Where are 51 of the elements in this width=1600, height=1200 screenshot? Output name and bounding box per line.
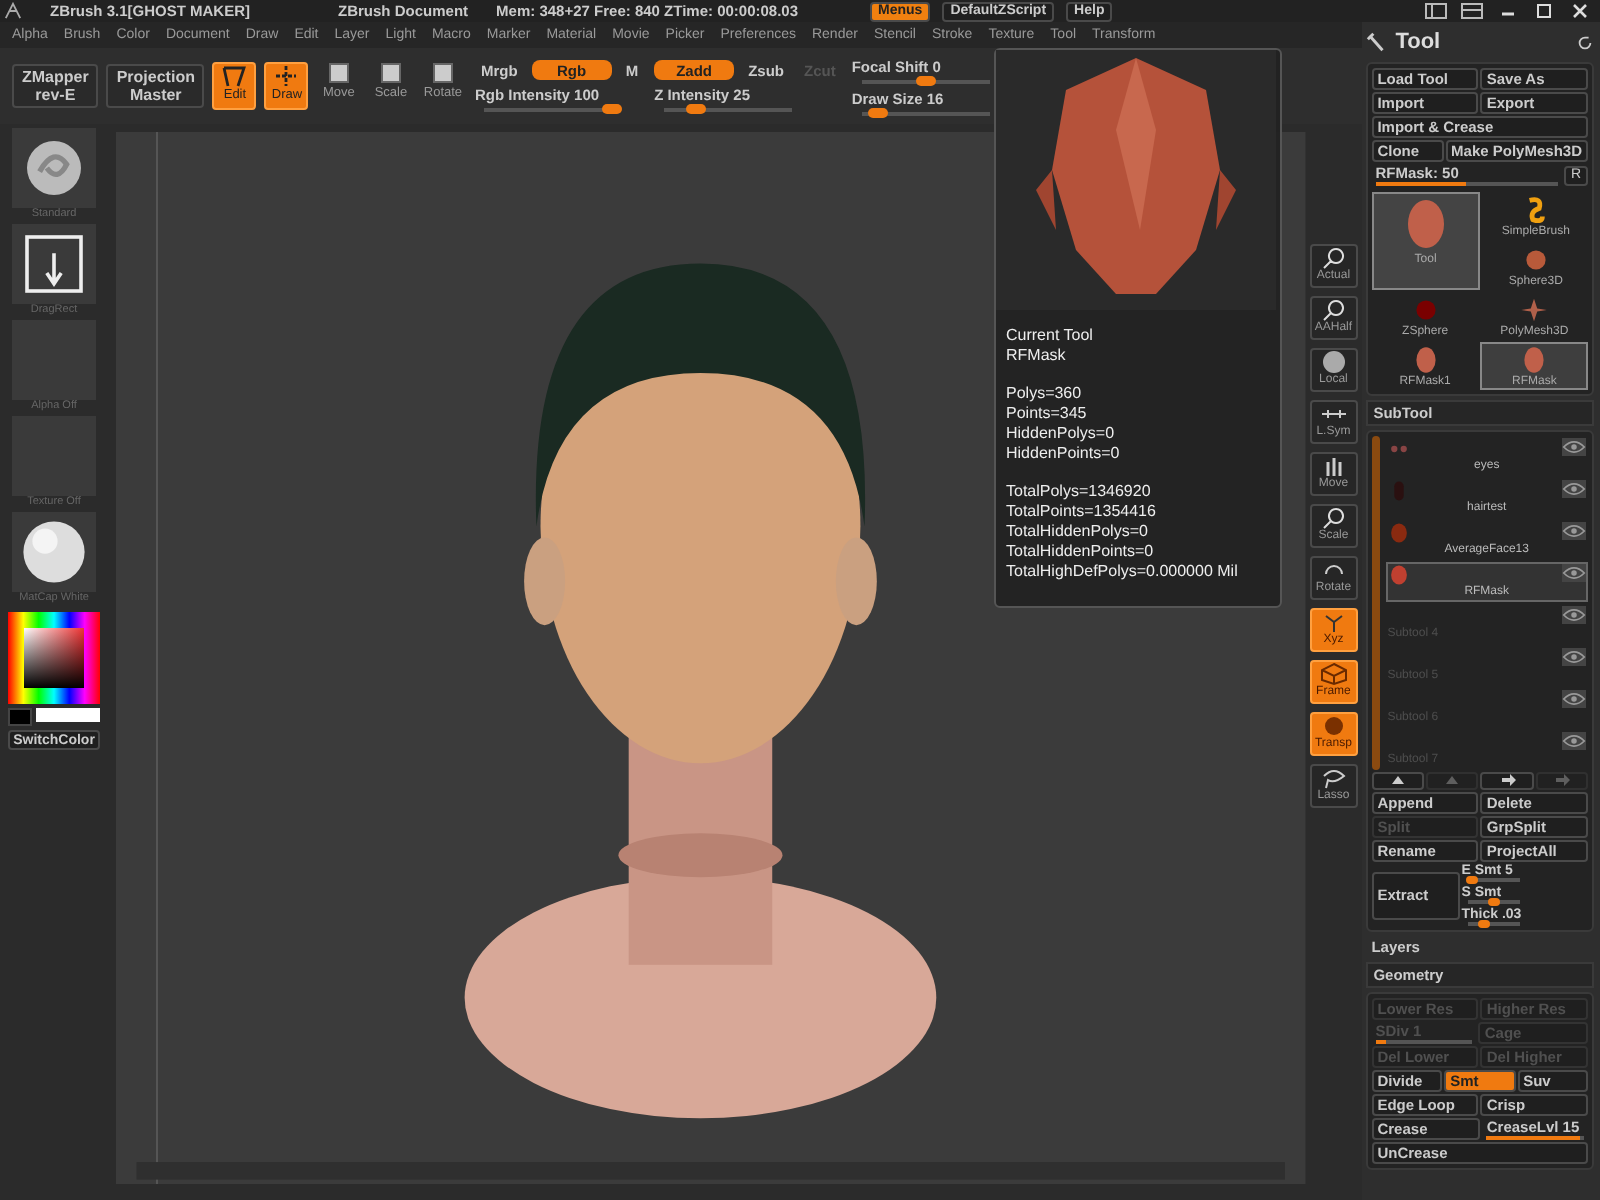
head-icon bbox=[1387, 564, 1410, 586]
eye-icon[interactable] bbox=[1562, 480, 1586, 498]
secondary-color-swatch[interactable] bbox=[8, 708, 32, 726]
arrow-right-icon bbox=[1497, 774, 1518, 790]
shelf-thumbnail[interactable] bbox=[12, 128, 96, 208]
square-icon bbox=[376, 62, 405, 86]
stat-line: HiddenPolys=0 bbox=[1006, 424, 1117, 444]
color-picker[interactable] bbox=[8, 612, 100, 704]
tool-name: RFMask bbox=[1006, 346, 1068, 366]
layout-icon[interactable] bbox=[1424, 2, 1448, 20]
popup-title: Current Tool bbox=[1006, 326, 1095, 346]
eye-icon[interactable] bbox=[1562, 690, 1586, 708]
stat-line: TotalPoints=1354416 bbox=[1006, 502, 1158, 522]
arrow-right-icon bbox=[1551, 774, 1572, 790]
close-icon[interactable] bbox=[1568, 2, 1592, 20]
shelf-thumbnail[interactable] bbox=[12, 224, 96, 304]
sphere-icon bbox=[18, 516, 90, 588]
stat-line: TotalPolys=1346920 bbox=[1006, 482, 1153, 502]
eye-icon[interactable] bbox=[1562, 522, 1586, 540]
arrow-up-icon bbox=[1387, 774, 1408, 790]
square-icon bbox=[428, 62, 457, 86]
eye-icon[interactable] bbox=[1562, 564, 1586, 582]
wrench-icon bbox=[1365, 31, 1388, 53]
palette-title: Tool bbox=[1395, 30, 1441, 54]
square-icon bbox=[324, 62, 353, 86]
crosshair-icon bbox=[272, 64, 301, 88]
eye-icon[interactable] bbox=[1562, 648, 1586, 666]
eye-icon[interactable] bbox=[1562, 438, 1586, 456]
shelf-thumbnail[interactable] bbox=[12, 512, 96, 592]
refresh-icon[interactable] bbox=[1576, 33, 1594, 51]
plugin-button[interactable]: ZMapper rev-E bbox=[12, 64, 99, 108]
plugin-button[interactable]: Projection Master bbox=[106, 64, 205, 108]
edit-icon bbox=[220, 64, 249, 88]
eye-icon[interactable] bbox=[1562, 732, 1586, 750]
stat-line: Points=345 bbox=[1006, 404, 1089, 424]
layout-icon[interactable] bbox=[1460, 2, 1484, 20]
move-down-button[interactable] bbox=[1480, 772, 1534, 790]
sphere-icon bbox=[1317, 350, 1350, 374]
head-icon bbox=[1387, 522, 1410, 544]
maximize-icon[interactable] bbox=[1532, 2, 1556, 20]
stat-line: HiddenPoints=0 bbox=[1006, 444, 1122, 464]
stat-line: Polys=360 bbox=[1006, 384, 1084, 404]
cube-icon bbox=[1317, 662, 1350, 686]
move-up-button[interactable] bbox=[1371, 772, 1425, 790]
arrow-up-icon bbox=[1442, 774, 1463, 790]
primary-color-swatch[interactable] bbox=[36, 708, 100, 722]
stat-line: TotalHiddenPoints=0 bbox=[1006, 542, 1156, 562]
app-logo-icon bbox=[4, 2, 22, 20]
stat-line: TotalHighDefPolys=0.000000 Mil bbox=[1006, 562, 1240, 582]
eye-icon[interactable] bbox=[1562, 606, 1586, 624]
stat-line: TotalHiddenPolys=0 bbox=[1006, 522, 1150, 542]
